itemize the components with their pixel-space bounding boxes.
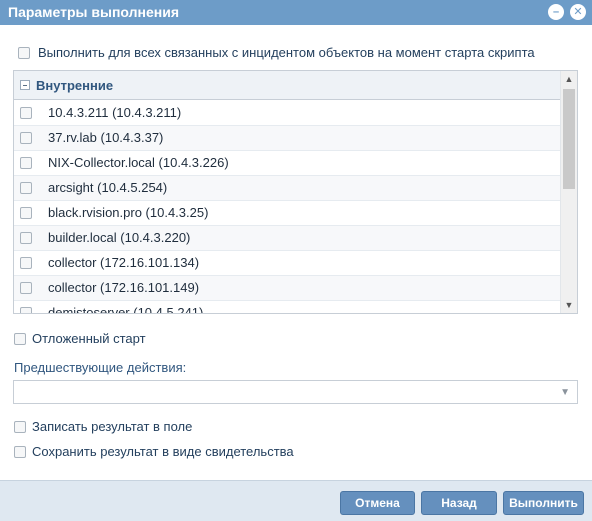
- row-label: 10.4.3.211 (10.4.3.211): [48, 105, 182, 120]
- row-checkbox[interactable]: [20, 257, 32, 269]
- close-icon[interactable]: ✕: [570, 4, 586, 20]
- row-label: builder.local (10.4.3.220): [48, 230, 191, 245]
- row-label: black.rvision.pro (10.4.3.25): [48, 205, 209, 220]
- dialog-footer: Отмена Назад Выполнить: [0, 480, 592, 521]
- table-row[interactable]: demistoserver (10.4.5.241): [14, 301, 560, 314]
- write-result-checkbox[interactable]: [14, 420, 26, 433]
- minimize-icon[interactable]: –: [548, 4, 564, 20]
- preceding-actions-select[interactable]: ▼: [13, 380, 578, 404]
- row-checkbox[interactable]: [20, 232, 32, 244]
- row-label: arcsight (10.4.5.254): [48, 180, 168, 195]
- dialog-title-bar: Параметры выполнения – ✕: [0, 0, 592, 25]
- table-row[interactable]: black.rvision.pro (10.4.3.25): [14, 201, 560, 226]
- write-result-option[interactable]: Записать результат в поле: [14, 419, 192, 434]
- grid-scrollbar[interactable]: ▲ ▼: [560, 71, 577, 313]
- write-result-label: Записать результат в поле: [32, 419, 193, 434]
- save-evidence-option[interactable]: Сохранить результат в виде свидетельства: [14, 444, 294, 459]
- table-row[interactable]: builder.local (10.4.3.220): [14, 226, 560, 251]
- delayed-start-checkbox[interactable]: [14, 332, 26, 345]
- back-button[interactable]: Назад: [421, 491, 497, 515]
- group-header-internal[interactable]: Внутренние: [14, 71, 560, 100]
- row-checkbox[interactable]: [20, 207, 32, 219]
- table-row[interactable]: 10.4.3.211 (10.4.3.211): [14, 101, 560, 126]
- row-checkbox[interactable]: [20, 107, 32, 119]
- objects-grid: Внутренние 10.4.3.211 (10.4.3.211) 37.rv…: [13, 70, 578, 314]
- row-label: NIX-Collector.local (10.4.3.226): [48, 155, 229, 170]
- table-row[interactable]: 37.rv.lab (10.4.3.37): [14, 126, 560, 151]
- row-label: 37.rv.lab (10.4.3.37): [48, 130, 164, 145]
- chevron-down-icon[interactable]: ▼: [560, 387, 570, 398]
- run-for-all-option[interactable]: Выполнить для всех связанных с инциденто…: [18, 45, 535, 60]
- run-for-all-label: Выполнить для всех связанных с инциденто…: [38, 45, 535, 60]
- rows-container: 10.4.3.211 (10.4.3.211) 37.rv.lab (10.4.…: [14, 101, 560, 314]
- table-row[interactable]: NIX-Collector.local (10.4.3.226): [14, 151, 560, 176]
- delayed-start-label: Отложенный старт: [32, 331, 146, 346]
- row-checkbox[interactable]: [20, 282, 32, 294]
- table-row[interactable]: arcsight (10.4.5.254): [14, 176, 560, 201]
- row-checkbox[interactable]: [20, 157, 32, 169]
- cancel-button[interactable]: Отмена: [340, 491, 415, 515]
- collapse-icon[interactable]: [20, 80, 30, 91]
- preceding-actions-label: Предшествующие действия:: [14, 360, 187, 375]
- row-checkbox[interactable]: [20, 182, 32, 194]
- scroll-thumb[interactable]: [563, 89, 575, 189]
- delayed-start-option[interactable]: Отложенный старт: [14, 331, 146, 346]
- scroll-up-icon[interactable]: ▲: [561, 71, 577, 87]
- run-button[interactable]: Выполнить: [503, 491, 584, 515]
- save-evidence-checkbox[interactable]: [14, 445, 26, 458]
- table-row[interactable]: collector (172.16.101.149): [14, 276, 560, 301]
- row-label: demistoserver (10.4.5.241): [48, 305, 204, 314]
- dialog-title: Параметры выполнения: [8, 4, 179, 20]
- row-label: collector (172.16.101.134): [48, 255, 200, 270]
- group-label: Внутренние: [36, 78, 114, 93]
- scroll-down-icon[interactable]: ▼: [561, 297, 577, 313]
- table-row[interactable]: collector (172.16.101.134): [14, 251, 560, 276]
- run-for-all-checkbox[interactable]: [18, 46, 30, 59]
- row-checkbox[interactable]: [20, 307, 32, 313]
- save-evidence-label: Сохранить результат в виде свидетельства: [32, 444, 294, 459]
- row-label: collector (172.16.101.149): [48, 280, 200, 295]
- row-checkbox[interactable]: [20, 132, 32, 144]
